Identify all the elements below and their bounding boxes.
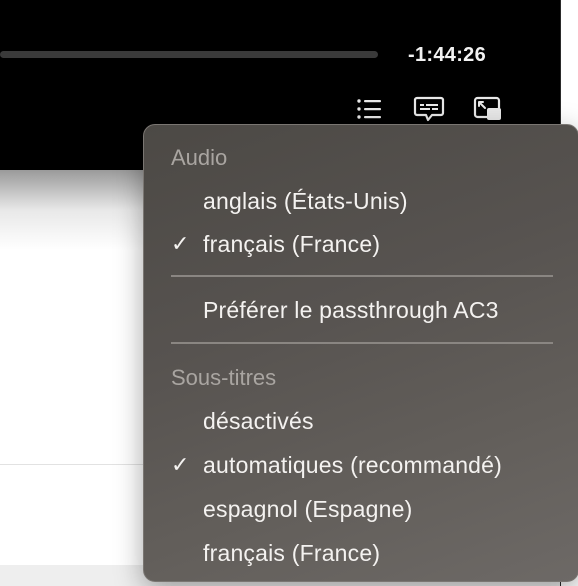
menu-separator <box>171 275 553 277</box>
menu-item-label: désactivés <box>203 408 314 434</box>
progress-scrubber[interactable] <box>0 51 378 58</box>
menu-item-label: français (France) <box>203 540 381 566</box>
menu-item-label: Préférer le passthrough AC3 <box>203 297 499 323</box>
prefer-ac3-passthrough-option[interactable]: Préférer le passthrough AC3 <box>144 290 578 330</box>
audio-option-english[interactable]: anglais (États-Unis) <box>144 181 578 221</box>
time-remaining: -1:44:26 <box>408 44 486 66</box>
menu-item-label: espagnol (Espagne) <box>203 496 413 522</box>
subtitles-icon <box>413 95 445 123</box>
audio-subtitles-menu: Audio anglais (États-Unis) ✓ français (F… <box>143 124 578 582</box>
subtitle-option-spanish[interactable]: espagnol (Espagne) <box>144 489 578 529</box>
picture-in-picture-button[interactable] <box>472 94 504 124</box>
checkmark-icon: ✓ <box>171 231 190 256</box>
subtitle-option-auto[interactable]: ✓ automatiques (recommandé) <box>144 445 578 485</box>
stage: -1:44:26 Audio anglais (États-Unis) ✓ fr… <box>0 0 578 586</box>
list-icon <box>354 97 384 121</box>
menu-item-label: français (France) <box>203 231 381 257</box>
picture-in-picture-icon <box>473 95 503 123</box>
subtitle-option-french[interactable]: français (France) <box>144 533 578 573</box>
subtitles-header: Sous-titres <box>171 365 277 390</box>
menu-item-label: anglais (États-Unis) <box>203 188 408 214</box>
chapters-button[interactable] <box>353 94 385 124</box>
subtitles-button[interactable] <box>413 94 445 124</box>
menu-item-label: automatiques (recommandé) <box>203 452 503 478</box>
audio-option-french[interactable]: ✓ français (France) <box>144 224 578 264</box>
checkmark-icon: ✓ <box>171 452 190 477</box>
menu-separator <box>171 342 553 344</box>
subtitle-option-off[interactable]: désactivés <box>144 401 578 441</box>
audio-header: Audio <box>171 145 228 170</box>
